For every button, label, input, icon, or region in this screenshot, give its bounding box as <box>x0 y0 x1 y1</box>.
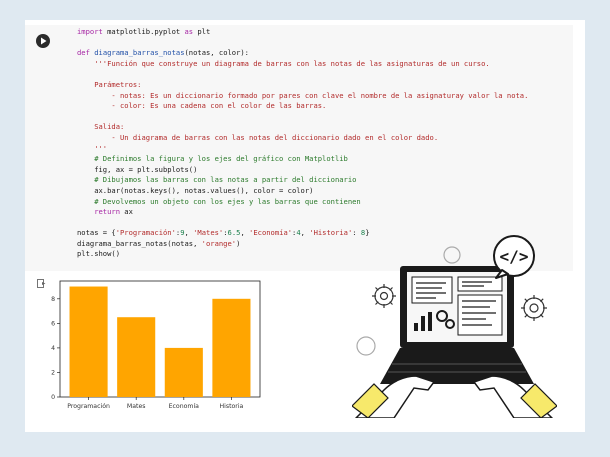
code-line: '''Función que construye un diagrama de … <box>77 59 528 70</box>
code-line: def diagrama_barras_notas(notas, color): <box>77 48 528 59</box>
code-token: - color: Es una cadena con el color de l… <box>77 101 327 111</box>
code-bubble: </> <box>493 235 535 279</box>
y-tick-label: 4 <box>51 345 55 352</box>
code-token: # Definimos la figura y los ejes del grá… <box>77 154 348 164</box>
code-line: Salida: <box>77 122 528 133</box>
code-tag-icon: </> <box>500 247 529 266</box>
code-token: diagrama_barras_notas(notas, <box>77 238 202 248</box>
bar <box>212 298 251 397</box>
code-token: 6.5 <box>227 228 241 238</box>
gear-icon <box>372 284 396 308</box>
gear-icon <box>356 336 376 356</box>
output-icon[interactable] <box>37 279 46 292</box>
code-token: 'Economía' <box>249 228 293 238</box>
code-token: import <box>77 27 103 36</box>
code-token: plt.show() <box>77 249 120 259</box>
code-token: # Dibujamos las barras con las notas a p… <box>77 175 357 185</box>
x-tick-label: Economía <box>169 402 200 410</box>
code-token: as <box>184 27 194 36</box>
code-editor[interactable]: import matplotlib.pyplot as plt def diagr… <box>77 27 528 260</box>
code-line: return ax <box>77 207 528 218</box>
y-axis-ticks: 0 2 4 6 8 <box>51 296 60 401</box>
code-token: fig, ax = plt.subplots() <box>77 164 198 174</box>
code-token: , <box>184 228 194 238</box>
code-token: (notas, color): <box>184 48 250 58</box>
code-token: '''Función que construye un diagrama de … <box>77 58 490 68</box>
code-token: Salida: <box>77 122 125 132</box>
code-token: return <box>94 207 120 217</box>
bar <box>117 317 156 397</box>
code-token: matplotlib.pyplot <box>102 27 185 36</box>
y-tick-label: 8 <box>51 296 55 303</box>
x-axis-ticks: Programación Mates Economía Historia <box>67 397 244 410</box>
code-line: import matplotlib.pyplot as plt <box>77 27 528 38</box>
code-token: ''' <box>77 143 108 153</box>
code-token: notas = { <box>77 228 116 238</box>
code-line: Parámetros: <box>77 80 528 91</box>
code-line: - notas: Es un diccionario formado por p… <box>77 91 528 102</box>
code-line: fig, ax = plt.subplots() <box>77 165 528 176</box>
code-token: # Devolvemos un objeto con los ejes y la… <box>77 196 361 206</box>
bar <box>69 286 108 397</box>
gear-icon <box>521 295 547 321</box>
code-token: 'orange' <box>201 238 237 248</box>
y-tick-label: 6 <box>51 320 55 327</box>
bar-chart: 0 2 4 6 8 Programación Mates Economía Historia <box>51 280 261 410</box>
code-token: ax.bar(notas.keys(), notas.values(), col… <box>77 185 314 195</box>
code-line: # Definimos la figura y los ejes del grá… <box>77 154 528 165</box>
y-tick-label: 0 <box>51 394 55 401</box>
code-line: ax.bar(notas.keys(), notas.values(), col… <box>77 186 528 197</box>
x-tick-label: Mates <box>127 403 146 410</box>
code-line: - color: Es una cadena con el color de l… <box>77 101 528 112</box>
y-tick-label: 2 <box>51 369 55 376</box>
code-token: Parámetros: <box>77 79 142 89</box>
code-token: 'Programación' <box>115 228 176 238</box>
developer-illustration: </> <box>352 235 557 418</box>
code-token: - Un diagrama de barras con las notas de… <box>77 132 439 142</box>
output-arrow-icon <box>37 279 46 288</box>
x-tick-label: Historia <box>219 403 243 410</box>
code-token: def <box>77 48 90 58</box>
code-line: ''' <box>77 144 528 155</box>
gear-icon <box>443 246 461 264</box>
code-token: 'Historia' <box>309 228 353 238</box>
run-cell-button[interactable] <box>36 34 50 48</box>
x-tick-label: Programación <box>67 402 110 410</box>
code-token: ) <box>236 238 241 248</box>
code-line: # Dibujamos las barras con las notas a p… <box>77 175 528 186</box>
code-line: # Devolvemos un objeto con los ejes y la… <box>77 197 528 208</box>
code-token: , <box>240 228 250 238</box>
play-icon <box>41 37 47 45</box>
code-token: plt <box>193 27 211 36</box>
code-token: , <box>300 228 310 238</box>
code-line: - Un diagrama de barras con las notas de… <box>77 133 528 144</box>
code-token: 'Mates' <box>193 228 224 238</box>
code-token: ax <box>120 207 133 217</box>
bar <box>164 347 203 397</box>
code-token: diagrama_barras_notas <box>94 48 185 58</box>
code-token: - notas: Es un diccionario formado por p… <box>77 90 529 100</box>
